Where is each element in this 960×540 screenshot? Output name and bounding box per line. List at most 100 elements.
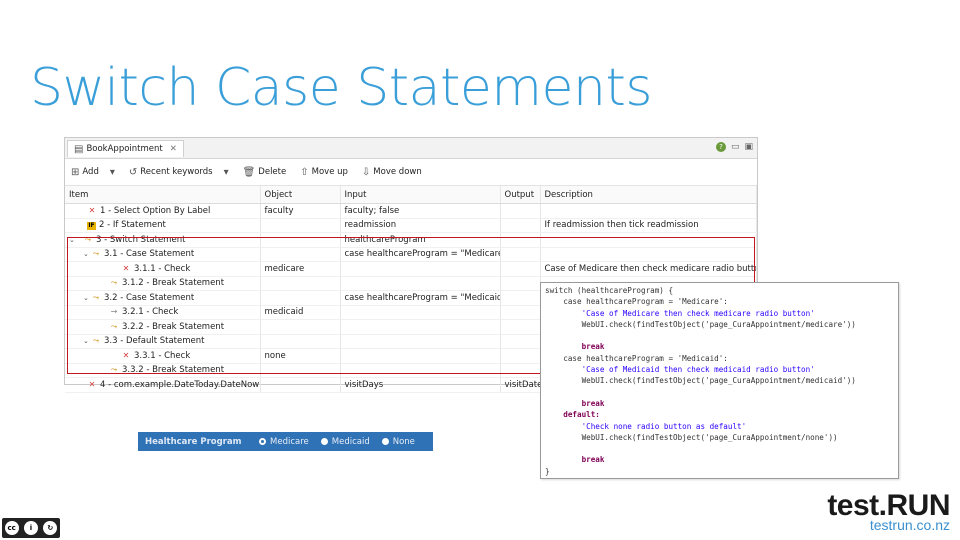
row-output[interactable]	[500, 203, 541, 219]
row-output[interactable]	[500, 305, 541, 320]
minimize-icon[interactable]: ▭	[731, 142, 740, 152]
column-header[interactable]: Output	[500, 186, 541, 204]
move-down-button[interactable]: ⇩ Move down	[362, 167, 422, 178]
attribution-icon: i	[23, 521, 38, 535]
row-object[interactable]: medicare	[260, 261, 341, 277]
row-object[interactable]	[260, 276, 341, 291]
code-line: default:	[545, 410, 600, 420]
row-description[interactable]: Case of Medicare then check medicare rad…	[540, 261, 757, 277]
table-row[interactable]: ✕ 3.1.1 - Check medicare Case of Medicare…	[65, 261, 757, 277]
if-statement-icon: IF	[87, 222, 96, 231]
delete-button[interactable]: 🗑 Delete	[243, 167, 287, 178]
plus-icon: ⊞	[71, 166, 80, 178]
editor-tab-bar: ▤ BookAppointment ✕ ? ▭ ▣	[65, 138, 757, 159]
add-label: Add	[82, 167, 99, 177]
row-object[interactable]	[260, 247, 341, 262]
row-object[interactable]	[260, 232, 341, 248]
row-output[interactable]	[500, 247, 541, 262]
default-icon: ⤳	[92, 336, 100, 346]
row-input[interactable]	[340, 363, 501, 378]
radio-icon[interactable]	[381, 438, 389, 445]
radio-none[interactable]: None	[381, 437, 415, 447]
table-header-row: Item Object Input Output Description	[65, 186, 757, 204]
column-header[interactable]: Description	[540, 186, 757, 204]
row-output[interactable]	[500, 276, 541, 291]
code-line: WebUI.check(findTestObject('page_CuraApp…	[545, 432, 838, 442]
chevron-down-icon[interactable]: ⌄	[83, 337, 91, 345]
arrow-up-icon: ⇧	[300, 166, 309, 178]
dropdown-icon[interactable]: ▾	[110, 167, 115, 178]
move-up-button[interactable]: ⇧ Move up	[300, 167, 348, 178]
table-row[interactable]: ⌄ ⤳ 3 - Switch Statement healthcareProgram	[65, 232, 757, 248]
row-input[interactable]	[340, 276, 501, 291]
radio-icon[interactable]	[320, 438, 328, 445]
row-object[interactable]	[260, 218, 341, 233]
row-object[interactable]: faculty	[260, 203, 341, 219]
row-input[interactable]: case healthcareProgram = "Medicaid":	[340, 290, 501, 306]
row-input[interactable]: healthcareProgram	[340, 232, 501, 248]
row-output[interactable]	[500, 290, 541, 306]
row-input[interactable]: visitDays	[340, 377, 501, 393]
tab-bookappointment[interactable]: ▤ BookAppointment ✕	[67, 140, 184, 157]
row-description[interactable]	[540, 232, 757, 248]
radio-medicaid[interactable]: Medicaid	[320, 437, 370, 447]
switch-icon: ⤳	[84, 234, 92, 244]
row-input[interactable]	[340, 261, 501, 277]
code-line: 'Check none radio button as default'	[545, 421, 747, 431]
dropdown-icon[interactable]: ▾	[224, 167, 229, 178]
row-description[interactable]	[540, 247, 757, 262]
keyword-icon: ✕	[122, 350, 130, 360]
row-description[interactable]	[540, 203, 757, 219]
close-icon[interactable]: ✕	[170, 144, 177, 154]
help-icon[interactable]: ?	[715, 142, 726, 152]
code-line: 'Case of Medicaid then check medicaid ra…	[545, 365, 815, 375]
column-header[interactable]: Input	[340, 186, 501, 204]
arrow-right-icon: →	[110, 307, 118, 317]
row-object[interactable]	[260, 377, 341, 393]
row-input[interactable]: case healthcareProgram = "Medicare":	[340, 247, 501, 262]
row-object[interactable]: none	[260, 348, 341, 364]
chevron-down-icon[interactable]: ⌄	[83, 294, 91, 302]
row-output[interactable]: visitDate	[500, 377, 541, 393]
case-icon: ⤳	[92, 249, 100, 259]
row-output[interactable]	[500, 218, 541, 233]
maximize-icon[interactable]: ▣	[744, 142, 753, 152]
column-header[interactable]: Object	[260, 186, 341, 204]
radio-selected-icon[interactable]	[259, 438, 266, 445]
chevron-down-icon[interactable]: ⌄	[69, 236, 77, 244]
row-input[interactable]: readmission	[340, 218, 501, 233]
keyword-icon: ✕	[88, 205, 96, 215]
table-row[interactable]: IF 2 - If Statement readmission If readmi…	[65, 218, 757, 233]
table-row[interactable]: ⌄ ⤳ 3.1 - Case Statement case healthcarePr…	[65, 247, 757, 262]
row-input[interactable]: faculty; false	[340, 203, 501, 219]
break-icon: ⤳	[110, 365, 118, 375]
row-output[interactable]	[500, 319, 541, 335]
row-object[interactable]	[260, 319, 341, 335]
chevron-down-icon[interactable]: ⌄	[83, 250, 91, 258]
add-button[interactable]: ⊞ Add ▾	[71, 167, 115, 178]
row-output[interactable]	[500, 232, 541, 248]
code-line: break	[545, 398, 605, 408]
row-item: 3 - Switch Statement	[96, 234, 186, 245]
recent-keywords-button[interactable]: ↺ Recent keywords ▾	[129, 167, 229, 178]
row-output[interactable]	[500, 261, 541, 277]
row-object[interactable]	[260, 334, 341, 349]
row-item: 3.1.1 - Check	[134, 263, 191, 274]
row-output[interactable]	[500, 334, 541, 349]
row-object[interactable]	[260, 363, 341, 378]
row-input[interactable]	[340, 305, 501, 320]
row-description[interactable]: If readmission then tick readmission	[540, 218, 757, 233]
row-object[interactable]	[260, 290, 341, 306]
table-row[interactable]: ✕ 1 - Select Option By Label faculty facu…	[65, 203, 757, 219]
row-input[interactable]	[340, 319, 501, 335]
share-alike-icon: ↻	[43, 521, 58, 535]
row-object[interactable]: medicaid	[260, 305, 341, 320]
row-output[interactable]	[500, 348, 541, 364]
row-input[interactable]	[340, 348, 501, 364]
column-header[interactable]: Item	[65, 186, 261, 204]
row-output[interactable]	[500, 363, 541, 378]
radio-medicare[interactable]: Medicare	[259, 437, 309, 447]
code-line: break	[545, 455, 605, 465]
row-input[interactable]	[340, 334, 501, 349]
